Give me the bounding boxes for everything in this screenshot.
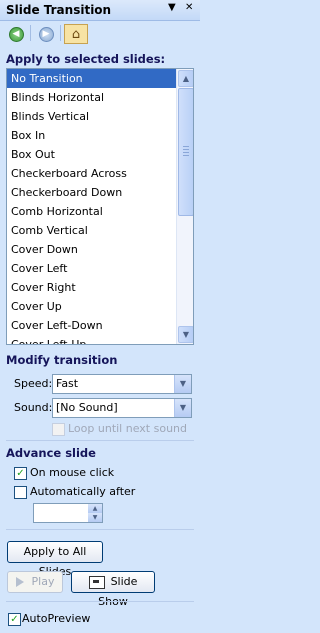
transition-list-item[interactable]: Cover Up — [7, 297, 176, 316]
chevron-down-icon[interactable]: ▼ — [174, 399, 191, 417]
advance-heading: Advance slide — [6, 446, 96, 460]
pane-title-bar: Slide Transition ▼ ✕ — [0, 0, 200, 21]
play-label: Play — [31, 575, 55, 588]
loop-checkbox[interactable] — [52, 423, 65, 436]
transition-list-item[interactable]: Box In — [7, 126, 176, 145]
play-button[interactable]: Play — [7, 571, 63, 593]
apply-heading: Apply to selected slides: — [6, 52, 166, 66]
scroll-down-icon[interactable]: ▼ — [178, 326, 193, 343]
transition-list-item[interactable]: Blinds Horizontal — [7, 88, 176, 107]
transition-list-item[interactable]: Cover Left-Up — [7, 335, 176, 344]
modify-heading: Modify transition — [6, 353, 118, 367]
spin-down-icon[interactable]: ▼ — [88, 513, 102, 522]
on-mouse-click-label: On mouse click — [30, 466, 115, 479]
forward-button[interactable]: ▶ — [34, 24, 58, 44]
transition-list-item[interactable]: Comb Vertical — [7, 221, 176, 240]
chevron-down-icon[interactable]: ▼ — [174, 375, 191, 393]
sound-label: Sound: — [14, 401, 53, 414]
transition-list-item[interactable]: Cover Left-Down — [7, 316, 176, 335]
transition-list-item[interactable]: Checkerboard Across — [7, 164, 176, 183]
pane-title: Slide Transition — [6, 3, 112, 17]
pane-close-icon[interactable]: ✕ — [185, 2, 193, 13]
pane-menu-icon[interactable]: ▼ — [168, 2, 176, 13]
loop-label: Loop until next sound — [68, 422, 187, 435]
section-divider — [6, 601, 194, 602]
apply-to-all-slides-button[interactable]: Apply to All Slides — [7, 541, 103, 578]
pane-navigation: ◀ ▶ ⌂ — [4, 24, 90, 44]
transition-list-item[interactable]: Comb Horizontal — [7, 202, 176, 221]
transition-list-item[interactable]: No Transition — [7, 69, 176, 88]
on-mouse-click-checkbox[interactable]: ✓ — [14, 467, 27, 480]
transition-list[interactable]: No Transition Blinds Horizontal Blinds Ver… — [6, 68, 194, 345]
auto-advance-checkbox[interactable] — [14, 486, 27, 499]
transition-list-item[interactable]: Cover Right — [7, 278, 176, 297]
home-button[interactable]: ⌂ — [64, 24, 88, 44]
speed-select[interactable]: Fast ▼ — [52, 374, 192, 394]
autopreview-checkbox[interactable]: ✓ — [8, 613, 21, 626]
transition-list-item[interactable]: Checkerboard Down — [7, 183, 176, 202]
speed-value: Fast — [56, 377, 79, 390]
sound-select[interactable]: [No Sound] ▼ — [52, 398, 192, 418]
auto-advance-time-input[interactable]: ▲ ▼ — [33, 503, 103, 523]
transition-list-item[interactable]: Blinds Vertical — [7, 107, 176, 126]
slide-show-button[interactable]: Slide Show — [71, 571, 155, 608]
transition-list-item[interactable]: Cover Left — [7, 259, 176, 278]
scroll-thumb[interactable] — [178, 88, 193, 216]
transition-list-scrollbar[interactable]: ▲ ▼ — [176, 69, 193, 344]
transition-list-item[interactable]: Box Out — [7, 145, 176, 164]
checkmark-icon: ✓ — [16, 468, 25, 479]
autopreview-label: AutoPreview — [22, 612, 91, 625]
back-arrow-icon: ◀ — [8, 26, 24, 42]
sound-value: [No Sound] — [56, 401, 118, 414]
scroll-up-icon[interactable]: ▲ — [178, 70, 193, 87]
section-divider — [6, 440, 194, 441]
auto-advance-label: Automatically after — [30, 485, 136, 498]
back-button[interactable]: ◀ — [4, 24, 28, 44]
forward-arrow-icon: ▶ — [38, 26, 54, 42]
transition-list-item[interactable]: Cover Down — [7, 240, 176, 259]
play-icon — [15, 577, 24, 587]
transition-list-items: No Transition Blinds Horizontal Blinds Ver… — [7, 69, 176, 344]
section-divider — [6, 529, 194, 530]
checkmark-icon: ✓ — [10, 614, 19, 625]
slide-show-icon — [88, 575, 105, 589]
home-icon: ⌂ — [71, 26, 81, 42]
speed-label: Speed: — [14, 377, 53, 390]
